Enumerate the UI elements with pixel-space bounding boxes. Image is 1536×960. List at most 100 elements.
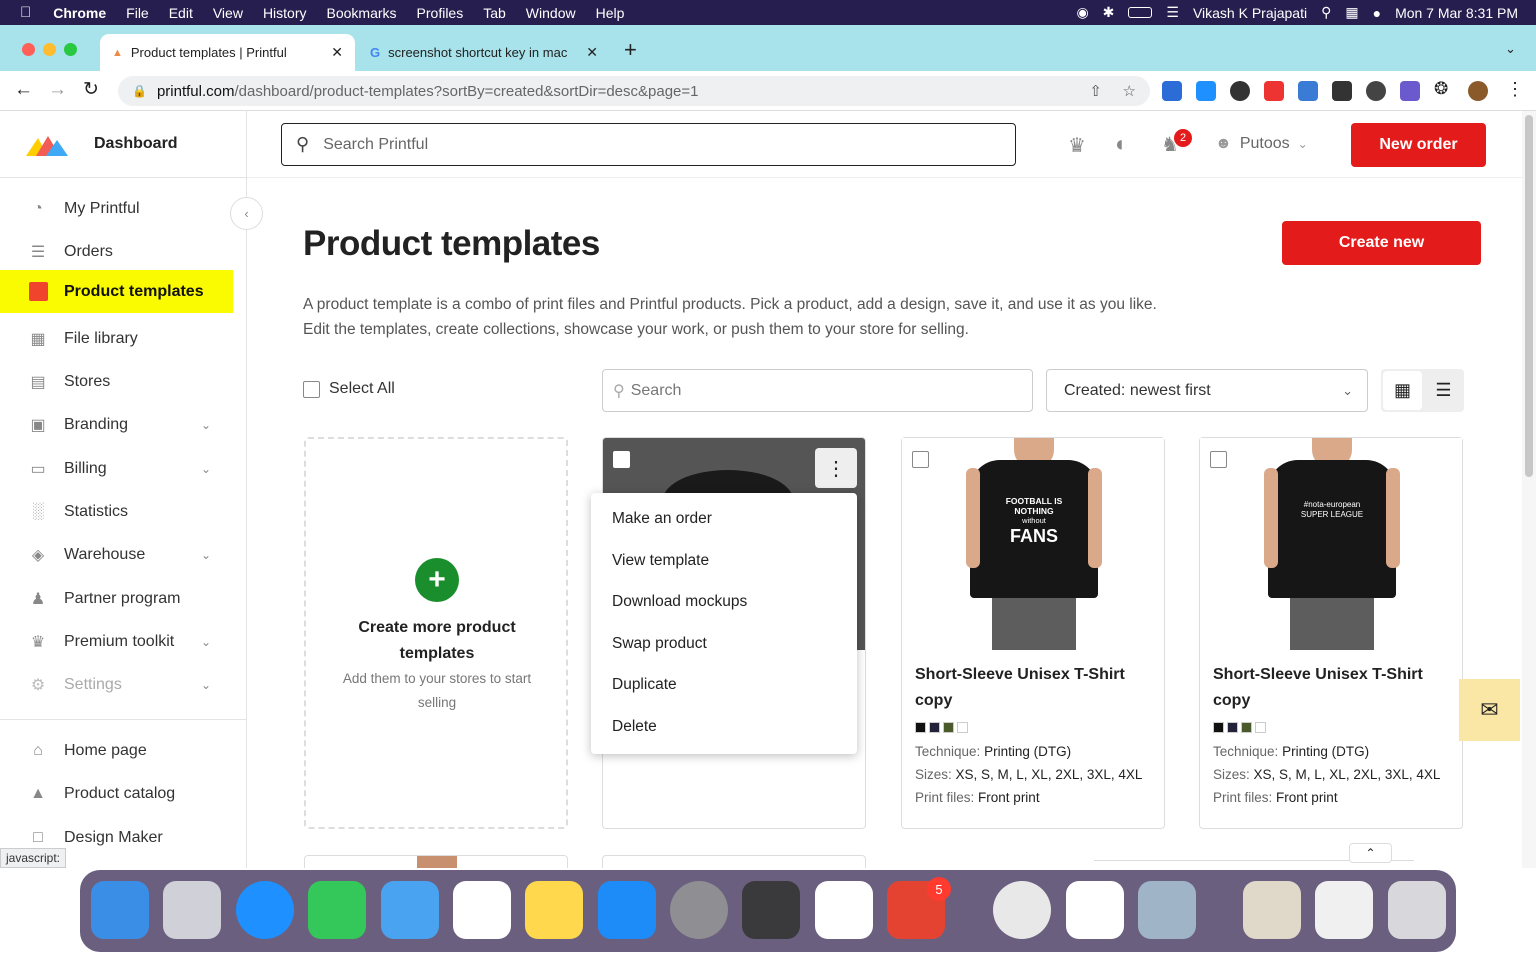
sidebar-item-branding[interactable]: ▣ Branding ⌄ (0, 403, 233, 446)
sidebar-item-billing[interactable]: ▭ Billing ⌄ (0, 447, 233, 490)
close-tab-icon[interactable]: ✕ (331, 44, 343, 61)
grid-view-icon[interactable]: ▦ (1383, 371, 1422, 410)
sidebar-item-statistics[interactable]: ░ Statistics (0, 490, 233, 533)
bluetooth-icon[interactable]: ✱ (1103, 4, 1115, 21)
create-new-button[interactable]: Create new (1282, 221, 1481, 265)
slack-icon[interactable] (1066, 881, 1124, 939)
minimize-window-button[interactable] (43, 43, 56, 56)
sidebar-item-warehouse[interactable]: ◈ Warehouse ⌄ (0, 533, 233, 576)
wifi-icon[interactable]: ☰ (1166, 4, 1179, 21)
kebab-menu-icon[interactable]: ⋮ (1506, 79, 1524, 100)
account-menu[interactable]: ☻ Putoos ⌄ (1215, 135, 1308, 153)
back-arrow-icon[interactable]: ← (14, 79, 33, 101)
menu-tab[interactable]: Tab (473, 5, 516, 21)
menu-profiles[interactable]: Profiles (407, 5, 474, 21)
forward-arrow-icon[interactable]: → (48, 79, 67, 101)
extension-icon[interactable] (1264, 81, 1284, 101)
preview-icon[interactable] (1138, 881, 1196, 939)
tab-search-chevron-icon[interactable]: ⌄ (1505, 41, 1516, 57)
sidebar-item-file-library[interactable]: ▦ File library (0, 317, 233, 360)
menu-app[interactable]: Chrome (43, 5, 116, 21)
share-icon[interactable]: ⇧ (1089, 82, 1102, 100)
profile-avatar[interactable] (1468, 81, 1488, 101)
menubar-user[interactable]: Vikash K Prajapati (1193, 5, 1307, 21)
extension-icon[interactable] (1366, 81, 1386, 101)
chrome-icon[interactable] (993, 881, 1051, 939)
menu-file[interactable]: File (116, 5, 159, 21)
menu-edit[interactable]: Edit (159, 5, 203, 21)
close-window-button[interactable] (22, 43, 35, 56)
zoom-window-button[interactable] (64, 43, 77, 56)
sidebar-item-partner-program[interactable]: ♟ Partner program (0, 577, 233, 620)
system-preferences-icon[interactable] (670, 881, 728, 939)
spotlight-icon[interactable]: ⚲ (1321, 4, 1331, 21)
finder-icon[interactable] (91, 881, 149, 939)
crown-icon[interactable]: ♛ (1068, 133, 1086, 158)
sort-select[interactable]: Created: newest first ⌄ (1046, 369, 1368, 412)
sidebar-item-product-catalog[interactable]: ▲ Product catalog (0, 772, 233, 815)
launchpad-icon[interactable] (163, 881, 221, 939)
product-card[interactable]: FOOTBALL IS NOTHING without FANS Short-S… (901, 437, 1165, 829)
global-search-input[interactable]: ⚲ Search Printful (281, 123, 1016, 166)
creative-cloud-icon[interactable]: ◉ (1076, 4, 1088, 21)
select-all-label[interactable]: Select All (329, 380, 395, 398)
menu-view[interactable]: View (203, 5, 253, 21)
menu-item-view-template[interactable]: View template (612, 552, 709, 570)
extension-icon[interactable] (1162, 81, 1182, 101)
more-options-button[interactable]: ⋮ (815, 448, 857, 488)
safari-icon[interactable] (236, 881, 294, 939)
reminders-icon[interactable] (453, 881, 511, 939)
globe-icon[interactable]: ◐ (1115, 131, 1128, 157)
battery-icon[interactable] (1128, 7, 1153, 18)
menu-history[interactable]: History (253, 5, 317, 21)
product-name[interactable]: Short-Sleeve Unisex T-Shirt copy (915, 662, 1155, 714)
chevron-up-icon[interactable]: ⌃ (1349, 843, 1392, 863)
new-order-button[interactable]: New order (1351, 123, 1486, 167)
puzzle-icon[interactable]: ❂ (1434, 79, 1448, 99)
menu-item-make-order[interactable]: Make an order (612, 510, 712, 528)
siri-icon[interactable]: ● (1373, 5, 1381, 21)
scrollbar-track[interactable] (1522, 111, 1536, 868)
extension-icon[interactable] (1230, 81, 1250, 101)
collapse-sidebar-button[interactable]: ‹ (230, 197, 263, 230)
menu-item-duplicate[interactable]: Duplicate (612, 676, 677, 694)
downloads-stack-icon[interactable] (1315, 881, 1373, 939)
extension-icon[interactable] (1332, 81, 1352, 101)
sidebar-item-premium-toolkit[interactable]: ♛ Premium toolkit ⌄ (0, 620, 233, 663)
new-tab-icon[interactable]: + (624, 37, 637, 63)
bookmark-star-icon[interactable]: ☆ (1123, 82, 1136, 100)
app-store-icon[interactable] (598, 881, 656, 939)
documents-stack-icon[interactable] (1243, 881, 1301, 939)
screenshot-icon[interactable] (742, 881, 800, 939)
menu-bookmarks[interactable]: Bookmarks (317, 5, 407, 21)
extension-icon[interactable] (1196, 81, 1216, 101)
sidebar-item-stores[interactable]: ▤ Stores (0, 360, 233, 403)
menu-window[interactable]: Window (516, 5, 586, 21)
url-field[interactable]: 🔒 printful.com/dashboard/product-templat… (118, 76, 1150, 106)
close-tab-icon[interactable]: ✕ (586, 44, 598, 61)
sidebar-item-settings[interactable]: ⚙ Settings ⌄ (0, 663, 233, 706)
reload-icon[interactable]: ↻ (83, 78, 99, 101)
list-view-icon[interactable]: ☰ (1425, 371, 1462, 410)
scrollbar-thumb[interactable] (1525, 115, 1533, 477)
sidebar-item-my-printful[interactable]: ◔ My Printful (0, 187, 233, 230)
product-card[interactable]: #nota-european SUPER LEAGUE Short-Sleeve… (1199, 437, 1463, 829)
trash-icon[interactable] (1388, 881, 1446, 939)
create-template-card[interactable]: + Create more product templates Add them… (304, 437, 568, 829)
product-checkbox[interactable] (912, 451, 929, 468)
tab-product-templates[interactable]: ▲ Product templates | Printful ✕ (100, 34, 355, 71)
control-center-icon[interactable]: ▦ (1345, 4, 1358, 21)
messages-icon[interactable] (308, 881, 366, 939)
menubar-datetime[interactable]: Mon 7 Mar 8:31 PM (1395, 5, 1518, 21)
apple-icon[interactable]:  (0, 4, 43, 21)
product-name[interactable]: Short-Sleeve Unisex T-Shirt copy (1213, 662, 1453, 714)
tab-screenshot-shortcut[interactable]: G screenshot shortcut key in mac ✕ (358, 34, 610, 71)
chat-icon[interactable]: ✉ (1459, 679, 1520, 741)
notion-icon[interactable] (815, 881, 873, 939)
template-search-input[interactable]: ⚲ Search (602, 369, 1033, 412)
sidebar-item-product-templates[interactable]: Product templates (0, 270, 233, 313)
extension-icon[interactable] (1400, 81, 1420, 101)
printful-logo-icon[interactable] (26, 134, 68, 156)
select-all-checkbox[interactable] (303, 381, 320, 398)
product-checkbox[interactable] (1210, 451, 1227, 468)
